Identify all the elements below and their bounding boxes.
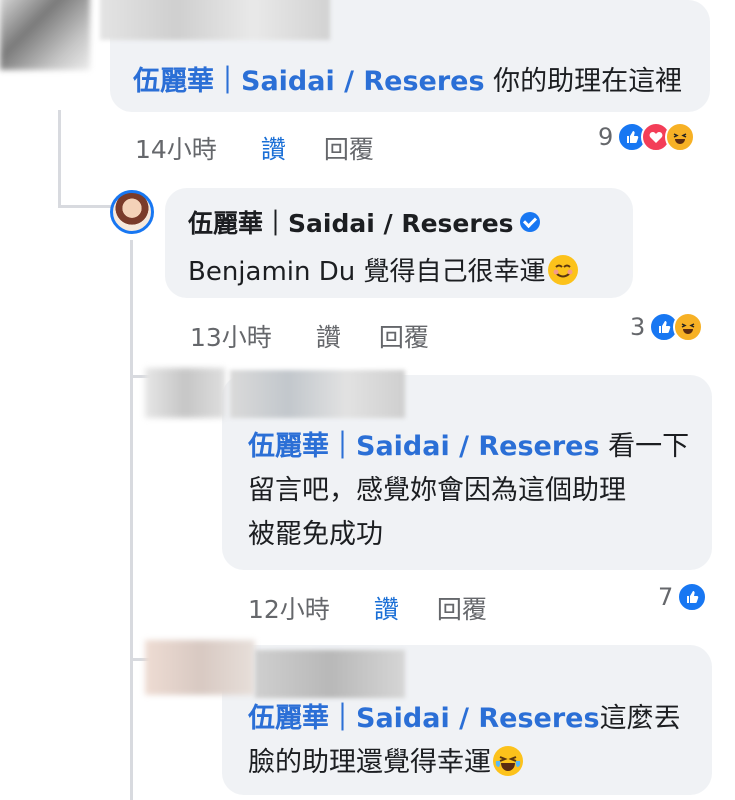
reaction-summary-3[interactable]: 7	[658, 582, 708, 612]
comment-text-2: Benjamin Du 覺得自己很幸運	[188, 250, 578, 294]
comment-body-3c: 被罷免成功	[248, 519, 383, 550]
reaction-summary-2[interactable]: 3	[630, 312, 704, 342]
comment-author-2[interactable]: 伍麗華｜Saidai / Reseres	[188, 204, 540, 240]
comment-body-3b: 留言吧，感覺妳會因為這個助理	[248, 475, 626, 506]
reaction-count-1: 9	[598, 123, 614, 151]
redacted-avatar-1	[0, 0, 90, 70]
like-button-3[interactable]: 讚	[374, 590, 399, 626]
comment-text-4: 伍麗華｜Saidai / Reseres這麼丟 臉的助理還覺得幸運	[248, 697, 698, 785]
comment-time-3[interactable]: 12小時	[248, 590, 330, 626]
smiling-face-emoji-icon	[547, 254, 578, 285]
comment-text-1: 伍麗華｜Saidai / Reseres 你的助理在這裡	[133, 60, 682, 104]
redacted-author-3	[230, 370, 405, 418]
crying-laughing-face-emoji-icon	[493, 745, 523, 776]
comment-meta-3: 12小時 讚 回覆	[248, 590, 487, 626]
redacted-author-4	[255, 650, 405, 698]
comment-body-1: 你的助理在這裡	[484, 66, 683, 97]
redacted-avatar-4	[145, 640, 255, 695]
thread-line-vertical-replies	[130, 240, 133, 800]
avatar[interactable]	[110, 190, 154, 234]
reaction-count-3: 7	[658, 583, 674, 611]
comment-time-1[interactable]: 14小時	[135, 130, 217, 166]
reaction-summary-1[interactable]: 9	[598, 122, 696, 152]
thread-line-vertical-main	[58, 110, 61, 208]
haha-reaction-icon	[665, 122, 696, 152]
redacted-author-1	[100, 0, 330, 40]
comment-meta-1: 14小時 讚 回覆	[135, 130, 374, 166]
comment-body-4b: 臉的助理還覺得幸運	[248, 747, 491, 778]
mention-link-4[interactable]: 伍麗華｜Saidai / Reseres	[248, 703, 600, 734]
reply-button-3[interactable]: 回覆	[437, 590, 487, 626]
haha-reaction-icon	[673, 312, 704, 342]
comment-meta-2: 13小時 讚 回覆	[190, 318, 429, 354]
verified-badge-icon	[519, 212, 540, 232]
mention-link-3[interactable]: 伍麗華｜Saidai / Reseres	[248, 431, 600, 462]
like-reaction-icon	[677, 582, 708, 612]
reaction-count-2: 3	[630, 313, 646, 341]
like-button-1[interactable]: 讚	[261, 130, 286, 166]
redacted-avatar-3	[145, 368, 225, 418]
reply-button-2[interactable]: 回覆	[379, 318, 429, 354]
reply-button-1[interactable]: 回覆	[324, 130, 374, 166]
like-button-2[interactable]: 讚	[316, 318, 341, 354]
comment-time-2[interactable]: 13小時	[190, 318, 272, 354]
comment-text-3: 伍麗華｜Saidai / Reseres 看一下 留言吧，感覺妳會因為這個助理 …	[248, 425, 698, 557]
mention-link-1[interactable]: 伍麗華｜Saidai / Reseres	[133, 66, 485, 97]
comment-body-4a: 這麼丟	[599, 703, 681, 734]
thread-line-curve-1	[58, 205, 113, 208]
comment-body-3a: 看一下	[599, 431, 690, 462]
comment-body-2: Benjamin Du 覺得自己很幸運	[188, 257, 546, 287]
